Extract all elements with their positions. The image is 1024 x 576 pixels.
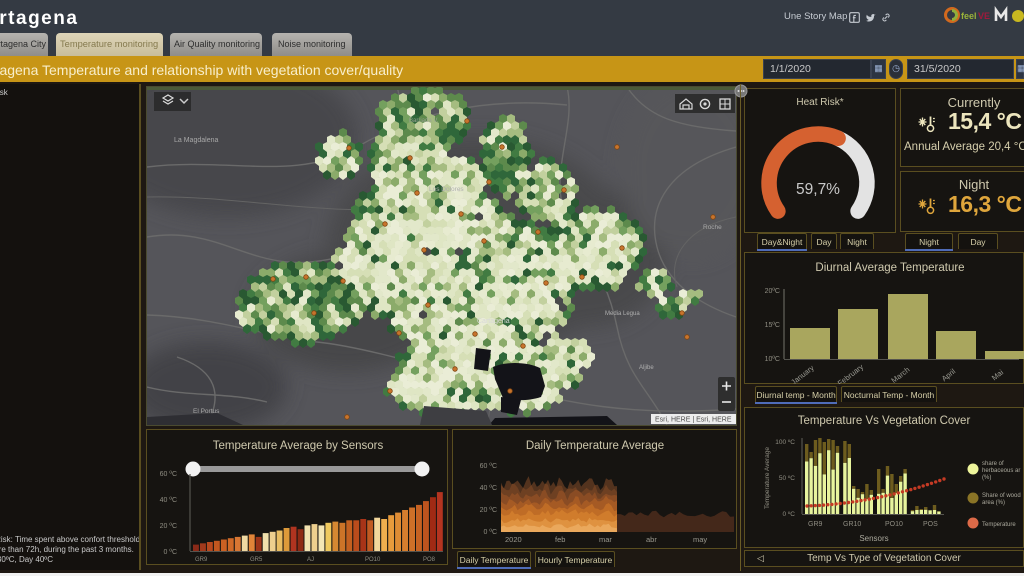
svg-text:Daily Temperature Average: Daily Temperature Average bbox=[526, 440, 664, 452]
svg-text:La Magdalena: La Magdalena bbox=[174, 137, 218, 144]
svg-text:Los Dolores: Los Dolores bbox=[429, 186, 464, 193]
svg-text:March: March bbox=[889, 365, 911, 384]
svg-text:10ºC: 10ºC bbox=[765, 356, 780, 363]
svg-text:may: may bbox=[693, 535, 707, 544]
svg-text:40 ºC: 40 ºC bbox=[480, 485, 497, 492]
svg-text:Sensors: Sensors bbox=[859, 534, 888, 543]
svg-text:Cartagena: Cartagena bbox=[477, 318, 510, 325]
svg-text:GR9: GR9 bbox=[808, 521, 823, 528]
svg-text:Diurnal Average Temperature: Diurnal Average Temperature bbox=[815, 262, 964, 274]
svg-text:Esri, HERE | Esri, HERE: Esri, HERE | Esri, HERE bbox=[655, 417, 732, 424]
svg-text:59,7%: 59,7% bbox=[796, 181, 840, 198]
svg-text:mar: mar bbox=[599, 535, 612, 544]
svg-text:15ºC: 15ºC bbox=[765, 322, 780, 329]
svg-text:GR5: GR5 bbox=[250, 557, 263, 563]
svg-text:GR10: GR10 bbox=[843, 521, 861, 528]
svg-text:20ºC: 20ºC bbox=[765, 288, 780, 295]
svg-text:PO8: PO8 bbox=[423, 557, 436, 563]
svg-text:(%): (%) bbox=[982, 475, 991, 481]
svg-text:feel: feel bbox=[961, 11, 977, 21]
svg-text:abr: abr bbox=[646, 535, 657, 544]
svg-text:AJ: AJ bbox=[307, 557, 314, 563]
svg-text:60 ºC: 60 ºC bbox=[480, 463, 497, 470]
svg-text:Temperature Average by Sensors: Temperature Average by Sensors bbox=[213, 440, 384, 452]
svg-text:50 ºC: 50 ºC bbox=[779, 475, 795, 482]
svg-text:POS: POS bbox=[923, 521, 938, 528]
svg-text:El Portus: El Portus bbox=[193, 408, 220, 415]
svg-text:January: January bbox=[789, 363, 816, 384]
svg-text:Temperature Average: Temperature Average bbox=[764, 447, 771, 509]
svg-text:2020: 2020 bbox=[505, 535, 522, 544]
svg-text:herbaceous ar: herbaceous ar bbox=[982, 468, 1020, 474]
svg-text:April: April bbox=[940, 367, 958, 384]
svg-text:Mai: Mai bbox=[990, 368, 1005, 383]
svg-text:February: February bbox=[836, 362, 865, 384]
svg-text:20 ºC: 20 ºC bbox=[480, 507, 497, 514]
svg-text:Media Legua: Media Legua bbox=[605, 311, 640, 317]
svg-text:Aljibe: Aljibe bbox=[639, 365, 654, 371]
svg-text:Roche: Roche bbox=[703, 224, 722, 231]
svg-text:Barriada V.: Barriada V. bbox=[409, 118, 439, 124]
svg-text:Temperature Vs Vegetation Cove: Temperature Vs Vegetation Cover bbox=[798, 415, 971, 427]
svg-text:VE: VE bbox=[978, 11, 990, 21]
svg-text:100 ºC: 100 ºC bbox=[775, 439, 795, 446]
svg-text:PO10: PO10 bbox=[885, 521, 903, 528]
svg-text:area (%): area (%) bbox=[982, 500, 1005, 506]
svg-text:PO10: PO10 bbox=[365, 557, 381, 563]
svg-text:0 ºC: 0 ºC bbox=[783, 511, 796, 518]
svg-text:0 ºC: 0 ºC bbox=[164, 549, 177, 556]
svg-text:share of: share of bbox=[982, 461, 1004, 467]
svg-text:0 ºC: 0 ºC bbox=[484, 529, 497, 536]
svg-text:feb: feb bbox=[555, 535, 565, 544]
svg-text:Share of wood: Share of wood bbox=[982, 493, 1021, 499]
svg-text:GR9: GR9 bbox=[195, 557, 208, 563]
svg-text:40 ºC: 40 ºC bbox=[160, 497, 177, 504]
svg-text:Temperature: Temperature bbox=[982, 522, 1016, 528]
svg-text:20 ºC: 20 ºC bbox=[160, 523, 177, 530]
svg-text:60 ºC: 60 ºC bbox=[160, 471, 177, 478]
